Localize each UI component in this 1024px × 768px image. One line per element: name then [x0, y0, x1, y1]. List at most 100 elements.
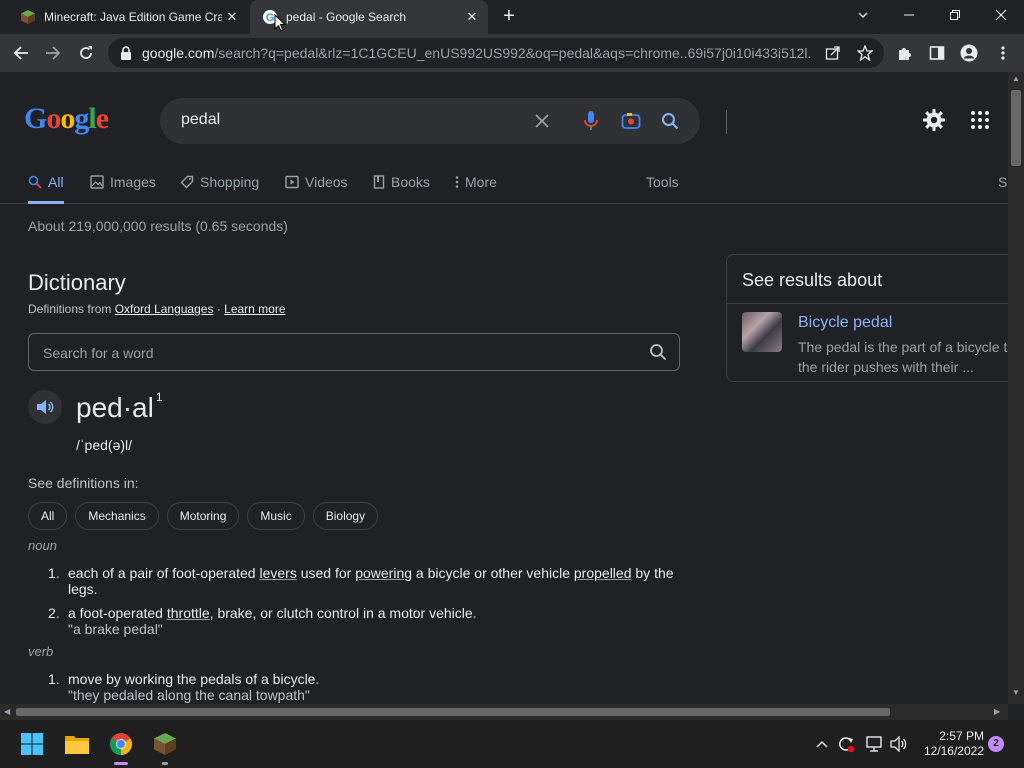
tab-all[interactable]: All — [28, 174, 64, 204]
scroll-down-icon[interactable]: ▼ — [1012, 688, 1020, 697]
dictionary-source-line: Definitions from Oxford Languages · Lear… — [28, 302, 286, 316]
search-results-page: Google pedal All Images Shopping Videos … — [0, 72, 1008, 704]
reload-button[interactable] — [73, 40, 99, 66]
throttle-link[interactable]: throttle — [167, 605, 210, 621]
tab-books[interactable]: Books — [373, 174, 430, 204]
minecraft-launcher-icon[interactable] — [149, 728, 181, 765]
search-icon[interactable] — [649, 343, 667, 361]
tools-button[interactable]: Tools — [646, 174, 679, 190]
tab-videos[interactable]: Videos — [285, 174, 348, 204]
mouse-cursor-icon — [274, 14, 286, 32]
forward-button[interactable] — [40, 40, 66, 66]
search-box[interactable]: pedal — [160, 98, 727, 144]
file-explorer-icon[interactable] — [61, 728, 93, 760]
see-results-about-panel: See results about Bicycle pedal The peda… — [726, 254, 1008, 382]
learn-more-link[interactable]: Learn more — [224, 302, 285, 316]
bookmark-star-icon[interactable] — [852, 40, 878, 66]
definition-item: 1. each of a pair of foot-operated lever… — [48, 565, 688, 597]
more-vertical-icon — [455, 176, 459, 188]
vertical-scrollbar[interactable]: ▲ ▼ — [1008, 72, 1024, 704]
part-of-speech-verb: verb — [28, 644, 54, 659]
scroll-up-icon[interactable]: ▲ — [1012, 74, 1020, 83]
bicycle-pedal-link[interactable]: Bicycle pedal — [798, 314, 892, 332]
image-icon — [90, 175, 104, 189]
system-clock[interactable]: 2:57 PM 12/16/2022 — [916, 729, 984, 759]
bicycle-pedal-thumbnail[interactable] — [742, 312, 782, 352]
chip-all[interactable]: All — [28, 502, 68, 530]
tab-minecraft[interactable]: Minecraft: Java Edition Game Cra ✕ — [8, 0, 248, 34]
network-icon[interactable] — [864, 734, 884, 754]
address-bar[interactable]: google.com/search?q=pedal&rlz=1C1GCEU_en… — [108, 38, 884, 68]
dictionary-heading: Dictionary — [28, 270, 126, 295]
browser-window: Minecraft: Java Edition Game Cra ✕ G ped… — [0, 0, 1024, 768]
lock-icon — [121, 46, 131, 60]
tab-close-icon[interactable]: ✕ — [222, 9, 242, 25]
definition-item: 1. move by working the pedals of a bicyc… — [48, 671, 688, 703]
settings-gear-icon[interactable] — [922, 108, 946, 132]
profile-avatar-icon[interactable] — [956, 40, 982, 66]
levers-link[interactable]: levers — [259, 565, 296, 581]
tab-shopping[interactable]: Shopping — [180, 174, 259, 204]
google-doodle-logo[interactable]: Google — [24, 102, 109, 136]
word-search-placeholder: Search for a word — [43, 345, 154, 361]
back-button[interactable] — [8, 40, 34, 66]
definition-text: each of a pair of foot-operated levers u… — [68, 565, 674, 597]
close-window-button[interactable] — [978, 0, 1024, 30]
search-divider — [726, 110, 727, 134]
chip-motoring[interactable]: Motoring — [166, 502, 240, 530]
camera-lens-icon[interactable] — [619, 109, 643, 133]
horizontal-scroll-thumb[interactable] — [16, 708, 890, 716]
chip-music[interactable]: Music — [247, 502, 305, 530]
tab-close-icon[interactable]: ✕ — [462, 9, 482, 25]
sync-alert-icon[interactable] — [836, 734, 856, 754]
tab-strip: Minecraft: Java Edition Game Cra ✕ G ped… — [0, 0, 1024, 34]
search-tabs: All Images Shopping Videos Books More To… — [0, 166, 1008, 204]
word-search-field[interactable]: Search for a word — [28, 333, 680, 371]
microphone-icon[interactable] — [579, 109, 603, 133]
definition-text: move by working the pedals of a bicycle. — [68, 671, 320, 687]
propelled-link[interactable]: propelled — [574, 565, 632, 581]
tray-overflow-chevron-icon[interactable] — [812, 734, 832, 754]
horizontal-scrollbar[interactable]: ◀ ▶ — [0, 704, 1008, 720]
vertical-scroll-thumb[interactable] — [1011, 90, 1021, 166]
windows-taskbar: 2:57 PM 12/16/2022 2 — [0, 720, 1024, 768]
svg-text:G: G — [266, 12, 275, 24]
search-input[interactable]: pedal — [181, 111, 220, 129]
scroll-right-icon[interactable]: ▶ — [994, 707, 1000, 716]
extensions-puzzle-icon[interactable] — [892, 40, 918, 66]
new-tab-button[interactable]: + — [498, 5, 520, 27]
windows-start-icon[interactable] — [16, 728, 48, 760]
see-definitions-label: See definitions in: — [28, 475, 139, 491]
powering-link[interactable]: powering — [355, 565, 412, 581]
safesearch-button-partial[interactable]: S — [998, 174, 1007, 190]
google-apps-grid-icon[interactable] — [970, 110, 990, 130]
chip-mechanics[interactable]: Mechanics — [75, 502, 159, 530]
tab-title: Minecraft: Java Edition Game Cra — [44, 10, 222, 24]
scroll-left-icon[interactable]: ◀ — [4, 707, 10, 716]
chrome-menu-icon[interactable] — [990, 40, 1016, 66]
homograph-number: 1 — [155, 390, 163, 404]
share-icon[interactable] — [820, 40, 846, 66]
tab-title: pedal - Google Search — [286, 10, 407, 24]
notification-count-badge[interactable]: 2 — [988, 736, 1004, 752]
pronunciation-speaker-button[interactable] — [28, 390, 62, 424]
clear-icon[interactable] — [530, 109, 554, 133]
panel-header: See results about — [742, 270, 883, 290]
oxford-languages-link[interactable]: Oxford Languages — [115, 302, 214, 316]
chip-biology[interactable]: Biology — [312, 502, 379, 530]
definition-text: a foot-operated throttle, brake, or clut… — [68, 605, 477, 621]
part-of-speech-noun: noun — [28, 538, 57, 553]
book-icon — [373, 175, 385, 189]
tab-more[interactable]: More — [455, 174, 497, 204]
search-icon[interactable] — [658, 109, 682, 133]
search-icon — [28, 175, 42, 189]
url-text: google.com/search?q=pedal&rlz=1C1GCEU_en… — [142, 45, 812, 61]
phonetic-transcription: /ˈped(ə)l/ — [76, 437, 133, 453]
side-panel-icon[interactable] — [924, 40, 950, 66]
chrome-taskbar-icon[interactable] — [105, 728, 137, 765]
tab-search-chevron-icon[interactable] — [840, 0, 886, 30]
restore-button[interactable] — [932, 0, 978, 30]
tab-images[interactable]: Images — [90, 174, 156, 204]
volume-icon[interactable] — [889, 734, 909, 754]
minimize-button[interactable] — [886, 0, 932, 30]
